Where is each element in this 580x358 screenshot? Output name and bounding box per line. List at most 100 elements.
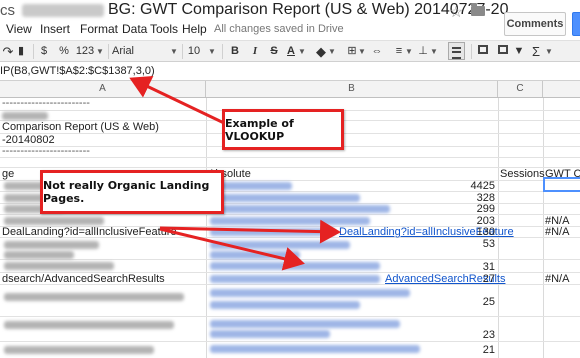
blurred-link[interactable] [210, 228, 335, 236]
menu-help[interactable]: Help [182, 22, 207, 36]
cell-c[interactable]: 25 [451, 296, 495, 308]
cell-c[interactable]: 21 [451, 344, 495, 356]
blurred-cell[interactable] [4, 293, 184, 301]
fill-color-icon[interactable]: ◆ [314, 44, 328, 59]
insert-comment-icon[interactable] [476, 44, 490, 59]
chevron-down-icon[interactable]: ▼ [545, 44, 553, 59]
blurred-cell[interactable] [4, 217, 104, 225]
currency-format-button[interactable]: $ [38, 44, 50, 59]
table-row: dsearch/AdvancedSearchResults AdvancedSe… [0, 273, 580, 285]
blurred-link[interactable] [210, 320, 400, 328]
organic-callout: Not really Organic Landing Pages. [40, 170, 224, 214]
table-row: 23 [0, 317, 580, 342]
table-row: 25 [0, 285, 580, 317]
comments-button[interactable]: Comments [504, 12, 566, 36]
blurred-link[interactable] [210, 345, 420, 353]
column-header-b[interactable]: B [206, 81, 498, 97]
menu-insert[interactable]: Insert [40, 22, 70, 36]
blurred-cell[interactable] [2, 112, 48, 120]
vertical-align-icon[interactable]: ⊥ [416, 44, 430, 59]
blurred-cell[interactable] [4, 241, 99, 249]
blurred-link[interactable] [210, 289, 410, 297]
cell-c[interactable]: Sessions [500, 168, 545, 180]
blurred-cell[interactable] [4, 262, 114, 270]
blurred-link[interactable] [210, 330, 330, 338]
cell-a[interactable]: ge [2, 168, 14, 180]
formula-bar[interactable]: IP(B8,GWT!$A$2:$C$1387,3,0) [0, 62, 580, 81]
cell-d[interactable]: #N/A [545, 273, 569, 285]
font-size-select[interactable]: 10 [186, 44, 202, 59]
cell-d[interactable]: #N/A [545, 226, 569, 238]
cell-a[interactable]: DealLanding?id=allInclusiveFeature [2, 226, 177, 238]
cell-c[interactable]: 23 [451, 329, 495, 341]
blurred-cell[interactable] [4, 321, 174, 329]
cell-a[interactable]: ------------------------ [2, 145, 90, 157]
vlookup-callout: Example of VLOOKUP [222, 109, 344, 150]
blurred-link[interactable] [210, 275, 380, 283]
cell-a[interactable]: Comparison Report (US & Web) [2, 121, 159, 133]
column-header-d[interactable] [543, 81, 580, 97]
cell-c[interactable]: 53 [451, 238, 495, 250]
star-icon[interactable]: ☆ [449, 2, 463, 22]
cell-c[interactable]: 299 [451, 203, 495, 215]
cell-c[interactable]: 27 [451, 273, 495, 285]
cell-c[interactable]: 4425 [451, 180, 495, 192]
cell-a[interactable]: ------------------------ [2, 97, 90, 109]
save-status: All changes saved in Drive [214, 23, 344, 35]
cell-a[interactable]: dsearch/AdvancedSearchResults [2, 273, 165, 285]
blurred-cell[interactable] [4, 346, 154, 354]
chevron-down-icon[interactable]: ▼ [298, 44, 306, 59]
chevron-down-icon[interactable]: ▼ [208, 44, 216, 59]
menu-data[interactable]: Data [122, 22, 147, 36]
chevron-down-icon[interactable]: ▼ [430, 44, 438, 59]
filter-icon[interactable]: ▼ [512, 44, 526, 59]
more-formats-button[interactable]: 123 [74, 44, 96, 59]
formula-input[interactable]: IP(B8,GWT!$A$2:$C$1387,3,0) [0, 65, 155, 77]
blurred-link[interactable] [210, 217, 370, 225]
blurred-cell[interactable] [4, 251, 74, 259]
blurred-link[interactable] [210, 205, 390, 213]
insert-chart-icon[interactable] [496, 44, 510, 59]
wrap-text-icon[interactable] [448, 42, 465, 60]
paint-format-icon[interactable]: ▮ [14, 44, 28, 59]
blurred-account-name [22, 4, 104, 17]
blurred-link[interactable] [210, 301, 360, 309]
menu-view[interactable]: View [6, 22, 32, 36]
blurred-link[interactable] [210, 251, 300, 259]
chevron-down-icon[interactable]: ▼ [405, 44, 413, 59]
chevron-down-icon[interactable]: ▼ [358, 44, 366, 59]
toolbar-divider [108, 44, 109, 59]
borders-icon[interactable]: ⊞ [345, 44, 359, 59]
toolbar-divider [222, 44, 223, 59]
text-color-button[interactable]: A [285, 44, 297, 59]
column-header-a[interactable]: A [0, 81, 206, 97]
functions-button[interactable]: Σ [530, 44, 542, 59]
percent-format-button[interactable]: % [58, 44, 70, 59]
vlookup-callout-text: Example of VLOOKUP [225, 116, 294, 143]
cell-c[interactable]: 130 [451, 226, 495, 238]
folder-icon[interactable] [471, 3, 485, 16]
chevron-down-icon[interactable]: ▼ [170, 44, 178, 59]
strikethrough-button[interactable]: S [268, 44, 280, 59]
chevron-down-icon[interactable]: ▼ [328, 44, 336, 59]
font-family-select[interactable]: Arial [112, 44, 172, 59]
toolbar-divider [182, 44, 183, 59]
column-header-c[interactable]: C [498, 81, 543, 97]
italic-button[interactable]: I [249, 44, 261, 59]
blurred-link[interactable] [210, 194, 360, 202]
align-left-icon[interactable]: ≡ [392, 44, 406, 59]
share-button[interactable] [572, 12, 580, 36]
menu-format[interactable]: Format [80, 22, 118, 36]
merge-cells-icon[interactable]: ⇔ [370, 44, 384, 59]
menu-tools[interactable]: Tools [150, 22, 178, 36]
redo-icon[interactable]: ↷ [2, 44, 14, 59]
chevron-down-icon[interactable]: ▼ [96, 44, 104, 59]
toolbar: ↷ ▮ $ % 123 ▼ Arial ▼ 10 ▼ B I S A ▼ ◆ ▼… [0, 40, 580, 62]
blurred-link[interactable] [210, 241, 350, 249]
blurred-link[interactable] [210, 262, 380, 270]
table-row: 21 [0, 342, 580, 358]
bold-button[interactable]: B [229, 44, 241, 59]
table-row: 53 [0, 238, 580, 260]
selected-cell[interactable] [543, 177, 580, 192]
cell-c[interactable]: 31 [451, 261, 495, 273]
